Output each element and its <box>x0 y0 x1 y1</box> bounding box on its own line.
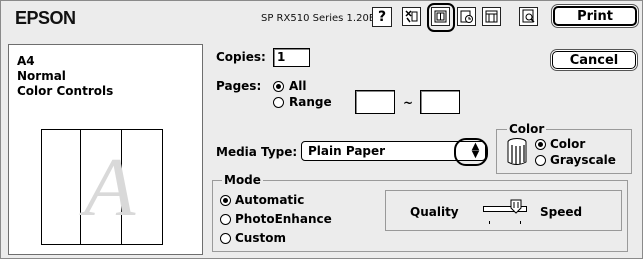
page-setup-button[interactable] <box>457 7 476 26</box>
page-setup-icon <box>460 10 473 23</box>
range-from-input[interactable] <box>355 90 395 114</box>
background-icon <box>485 10 498 23</box>
dialog-header: EPSON SP RX510 Series 1.20E ? Print <box>1 1 642 39</box>
range-to-input[interactable] <box>420 90 460 114</box>
printer-version: SP RX510 Series 1.20E <box>261 13 376 24</box>
copies-label: Copies: <box>216 50 266 64</box>
mode-photoenhance-radio[interactable] <box>220 214 231 225</box>
brand-logo: EPSON <box>15 8 76 28</box>
preview-letter: A <box>84 141 136 234</box>
preview-icon <box>522 9 535 23</box>
settings-tools-icon <box>405 10 418 23</box>
pages-all-radio[interactable] <box>273 81 284 92</box>
mode-photoenhance-label: PhotoEnhance <box>235 212 332 226</box>
grayscale-radio[interactable] <box>535 155 546 166</box>
pages-all-label: All <box>289 79 307 93</box>
preview-button[interactable] <box>519 7 538 26</box>
background-button[interactable] <box>482 7 501 26</box>
media-type-value: Plain Paper <box>308 144 386 158</box>
speed-label: Speed <box>540 205 583 219</box>
media-type-label: Media Type: <box>216 145 298 159</box>
range-separator: ~ <box>403 96 414 110</box>
slider-tick <box>489 221 490 224</box>
layout-icon <box>434 10 447 23</box>
mode-group-label: Mode <box>222 173 263 187</box>
slider-tick <box>520 221 521 224</box>
mode-automatic-label: Automatic <box>235 193 305 207</box>
pages-label: Pages: <box>216 79 262 93</box>
summary-quality: Normal <box>17 69 66 83</box>
print-button[interactable]: Print <box>553 6 637 26</box>
grayscale-option-label: Grayscale <box>550 153 616 167</box>
mode-automatic-radio[interactable] <box>220 195 231 206</box>
quality-speed-thumb[interactable] <box>510 199 522 214</box>
color-group-label: Color <box>507 122 547 136</box>
quality-label: Quality <box>410 205 459 219</box>
help-button[interactable]: ? <box>372 7 392 27</box>
ink-cartridge-icon <box>507 138 527 165</box>
mode-custom-label: Custom <box>235 231 286 245</box>
color-option-label: Color <box>550 137 586 151</box>
popup-arrows-highlight <box>454 138 488 166</box>
pages-range-radio[interactable] <box>273 97 284 108</box>
paper-preview: A <box>41 129 163 245</box>
pages-range-label: Range <box>289 95 332 109</box>
summary-color-mode: Color Controls <box>17 84 114 98</box>
cancel-button[interactable]: Cancel <box>552 51 636 69</box>
settings-summary: A4 Normal Color Controls <box>17 54 113 99</box>
settings-tools-button[interactable] <box>402 7 421 26</box>
color-radio[interactable] <box>535 139 546 150</box>
mode-custom-radio[interactable] <box>220 233 231 244</box>
copies-input[interactable]: 1 <box>273 48 310 67</box>
layout-button[interactable] <box>431 7 450 26</box>
settings-summary-panel: A4 Normal Color Controls A <box>8 44 203 255</box>
summary-paper-size: A4 <box>17 54 35 68</box>
